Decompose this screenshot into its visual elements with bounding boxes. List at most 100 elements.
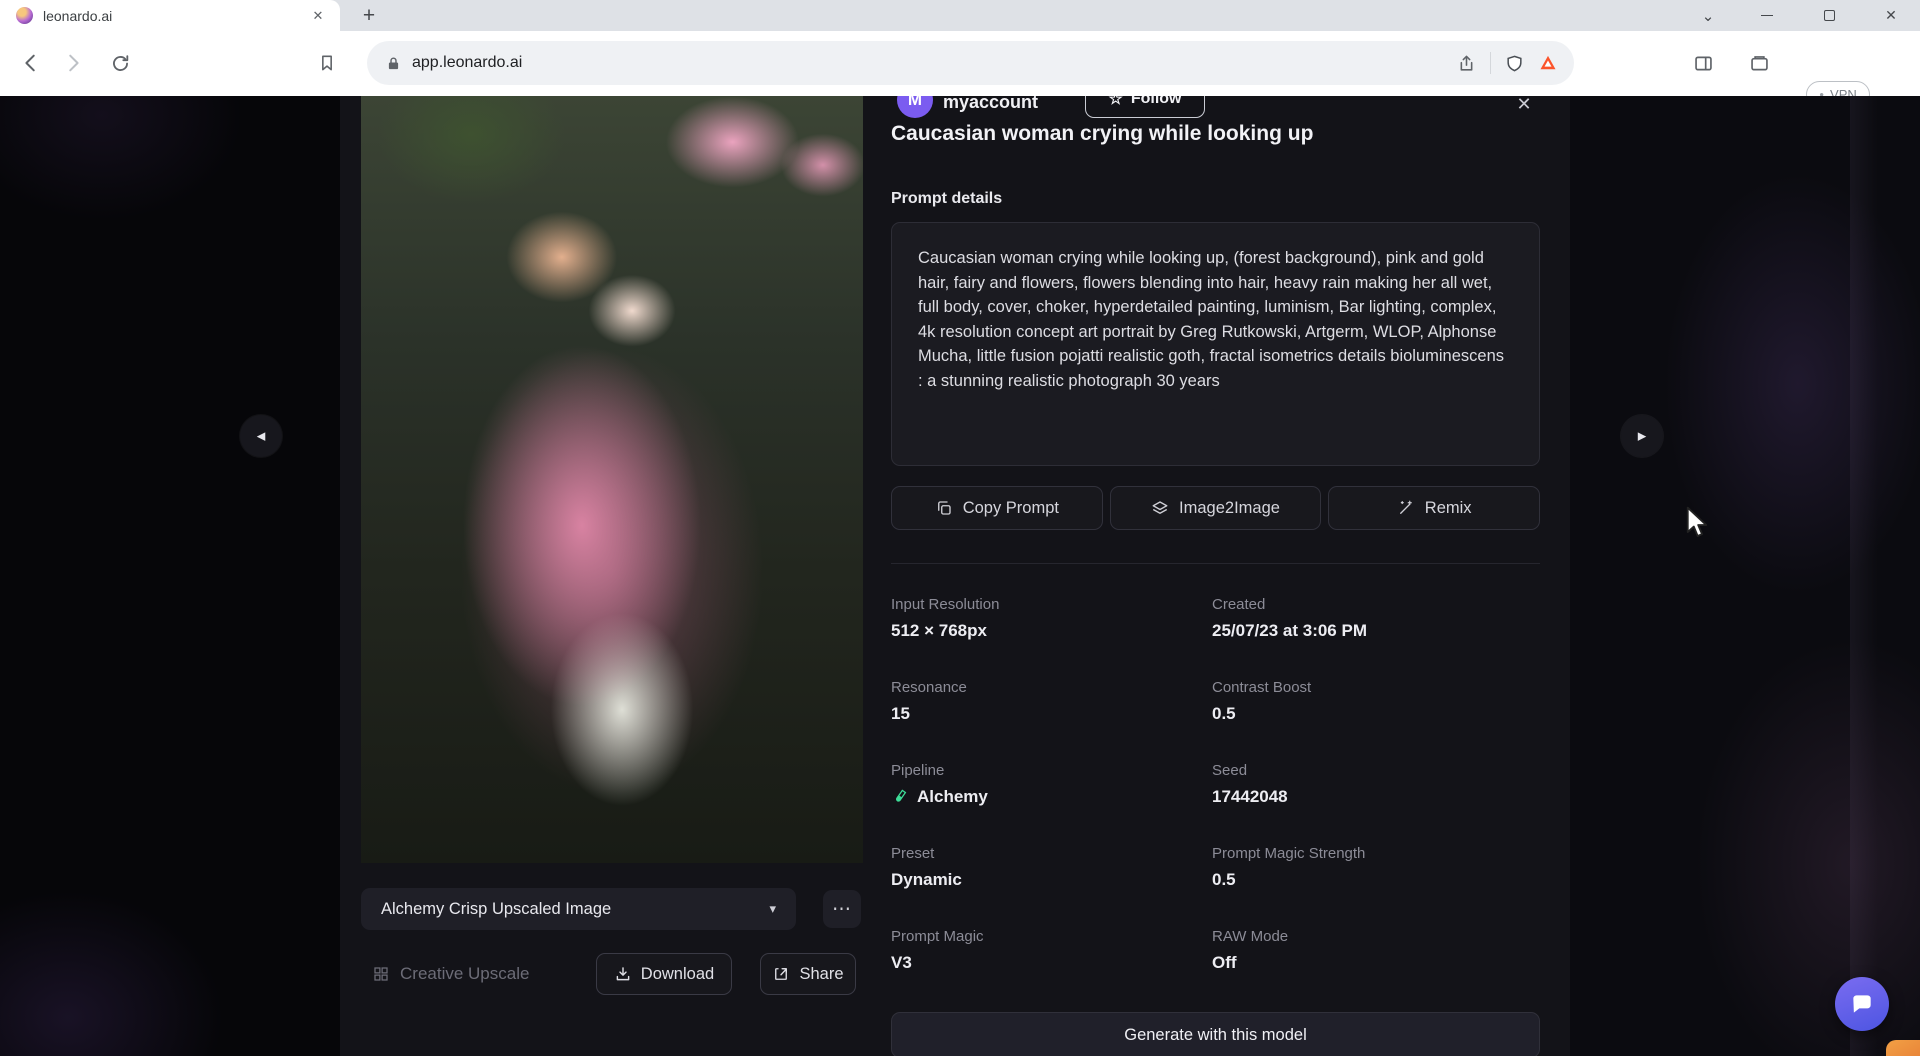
dimmed-background-left xyxy=(0,96,340,1056)
copy-icon xyxy=(935,499,953,517)
maximize-icon xyxy=(1824,10,1835,21)
reload-icon xyxy=(110,53,131,74)
sidebar-panel-icon xyxy=(1693,53,1714,74)
meta-preset: Preset Dynamic xyxy=(891,845,1212,928)
chevron-down-icon: ▾ xyxy=(769,901,776,917)
site-favicon-icon xyxy=(16,7,33,24)
forward-button[interactable] xyxy=(56,46,90,80)
meta-input-resolution: Input Resolution 512 × 768px xyxy=(891,596,1212,679)
meta-label: Contrast Boost xyxy=(1212,679,1540,696)
share-page-icon[interactable] xyxy=(1457,54,1476,73)
follow-button[interactable]: ☆ Follow xyxy=(1085,96,1205,118)
image-variant-label: Alchemy Crisp Upscaled Image xyxy=(381,900,611,919)
meta-value: V3 xyxy=(891,953,1212,973)
prompt-actions-row: Copy Prompt Image2Image Remix xyxy=(891,486,1540,530)
more-dots-icon: ⋯ xyxy=(832,898,852,921)
brave-shields-icon[interactable] xyxy=(1505,54,1524,73)
creative-upscale-button[interactable]: Creative Upscale xyxy=(372,953,529,995)
modal-close-button[interactable]: ✕ xyxy=(1508,96,1540,120)
lock-icon xyxy=(385,55,402,72)
meta-value: 25/07/23 at 3:06 PM xyxy=(1212,621,1540,641)
share-button[interactable]: Share xyxy=(760,953,856,995)
section-divider xyxy=(891,563,1540,564)
generate-with-model-button[interactable]: Generate with this model xyxy=(891,1012,1540,1056)
window-close-button[interactable]: ✕ xyxy=(1868,0,1914,31)
tab-close-icon[interactable]: ✕ xyxy=(308,6,328,26)
meta-value: 512 × 768px xyxy=(891,621,1212,641)
meta-prompt-magic: Prompt Magic V3 xyxy=(891,928,1212,1011)
back-arrow-icon xyxy=(20,52,42,74)
image2image-label: Image2Image xyxy=(1179,499,1280,518)
browser-tab[interactable]: leonardo.ai ✕ xyxy=(0,0,340,31)
bookmarks-button[interactable] xyxy=(310,46,344,80)
image-actions-row: Creative Upscale Download Share xyxy=(361,953,863,995)
more-options-button[interactable]: ⋯ xyxy=(823,890,861,928)
image-title: Caucasian woman crying while looking up xyxy=(891,122,1540,146)
download-label: Download xyxy=(641,965,714,984)
copy-prompt-button[interactable]: Copy Prompt xyxy=(891,486,1103,530)
avatar-initial: M xyxy=(908,96,922,110)
cards-panel-icon xyxy=(1749,53,1770,74)
copy-prompt-label: Copy Prompt xyxy=(963,499,1059,518)
meta-created: Created 25/07/23 at 3:06 PM xyxy=(1212,596,1540,679)
window-minimize-button[interactable] xyxy=(1744,0,1790,31)
meta-label: Pipeline xyxy=(891,762,1212,779)
meta-value: 0.5 xyxy=(1212,870,1540,890)
address-bar[interactable]: app.leonardo.ai xyxy=(367,41,1574,85)
next-image-button[interactable]: ▸ xyxy=(1621,415,1663,457)
meta-label: Seed xyxy=(1212,762,1540,779)
new-tab-button[interactable]: + xyxy=(356,3,382,29)
metadata-grid: Input Resolution 512 × 768px Created 25/… xyxy=(891,596,1540,1011)
minimize-icon xyxy=(1761,15,1773,16)
meta-label: Prompt Magic xyxy=(891,928,1212,945)
image2image-button[interactable]: Image2Image xyxy=(1110,486,1322,530)
corner-widget-button[interactable] xyxy=(1886,1040,1920,1056)
app-content: ◂ ▸ M myaccount ☆ Follow ✕ Caucasian wom… xyxy=(0,96,1920,1056)
brave-rewards-icon[interactable] xyxy=(1538,53,1558,73)
remix-button[interactable]: Remix xyxy=(1328,486,1540,530)
download-icon xyxy=(614,965,632,983)
browser-window: leonardo.ai ✕ + ⌄ ✕ app.leonardo.ai xyxy=(0,0,1920,1056)
image-variant-dropdown[interactable]: Alchemy Crisp Upscaled Image ▾ xyxy=(361,888,796,930)
meta-raw-mode: RAW Mode Off xyxy=(1212,928,1540,1011)
address-bar-actions xyxy=(1457,41,1558,85)
meta-label: Preset xyxy=(891,845,1212,862)
back-button[interactable] xyxy=(14,46,48,80)
reload-button[interactable] xyxy=(103,46,137,80)
meta-value: 17442048 xyxy=(1212,787,1540,807)
prompt-details-heading: Prompt details xyxy=(891,190,1002,208)
window-maximize-button[interactable] xyxy=(1806,0,1852,31)
chat-bubble-icon xyxy=(1849,991,1875,1017)
test-tube-icon xyxy=(891,788,909,806)
upscale-grid-icon xyxy=(372,965,390,983)
support-chat-button[interactable] xyxy=(1835,977,1889,1031)
tab-search-icon[interactable]: ⌄ xyxy=(1692,0,1724,31)
username[interactable]: myaccount xyxy=(943,96,1038,113)
meta-label: Input Resolution xyxy=(891,596,1212,613)
meta-label: RAW Mode xyxy=(1212,928,1540,945)
remix-label: Remix xyxy=(1425,499,1472,518)
url-text: app.leonardo.ai xyxy=(412,54,522,72)
sidebar-toggle-button[interactable] xyxy=(1686,46,1720,80)
share-icon xyxy=(772,965,790,983)
meta-value: 15 xyxy=(891,704,1212,724)
toolbar-separator xyxy=(1490,52,1491,74)
previous-image-button[interactable]: ◂ xyxy=(240,415,282,457)
generated-image[interactable] xyxy=(361,96,863,863)
meta-seed: Seed 17442048 xyxy=(1212,762,1540,845)
reading-list-button[interactable] xyxy=(1742,46,1776,80)
meta-value: Dynamic xyxy=(891,870,1212,890)
star-icon: ☆ xyxy=(1109,96,1123,109)
share-label: Share xyxy=(799,965,843,984)
remix-wand-icon xyxy=(1397,499,1415,517)
tab-title: leonardo.ai xyxy=(43,8,308,24)
meta-resonance: Resonance 15 xyxy=(891,679,1212,762)
meta-value: Alchemy xyxy=(917,787,988,807)
carousel-prev-icon: ◂ xyxy=(257,426,266,446)
meta-value: 0.5 xyxy=(1212,704,1540,724)
layers-icon xyxy=(1151,499,1169,517)
meta-label: Created xyxy=(1212,596,1540,613)
download-button[interactable]: Download xyxy=(596,953,732,995)
meta-label: Resonance xyxy=(891,679,1212,696)
meta-label: Prompt Magic Strength xyxy=(1212,845,1540,862)
